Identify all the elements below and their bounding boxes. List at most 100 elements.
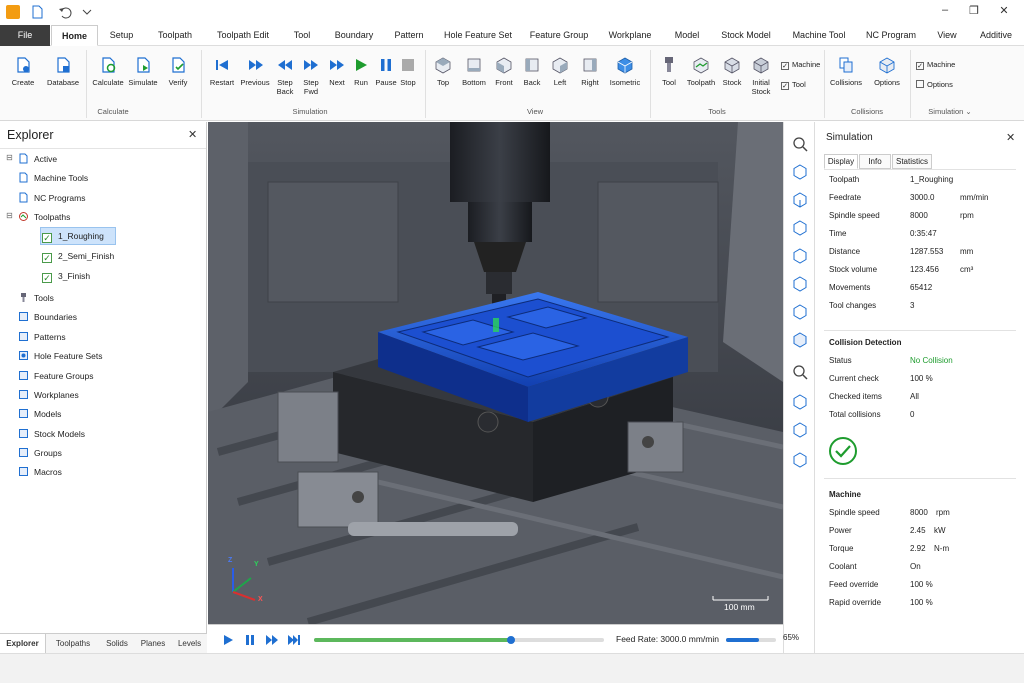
view-cube-icon[interactable] — [792, 248, 808, 264]
view-cube-icon[interactable] — [792, 332, 808, 348]
initial-stock-button[interactable]: Initial Stock — [747, 56, 775, 96]
view-cube-icon[interactable] — [792, 220, 808, 236]
tool-button[interactable]: Tool — [658, 56, 680, 87]
tab-hole-feature-set[interactable]: Hole Feature Set — [438, 25, 518, 46]
tree-item-hole-feature-sets[interactable]: Hole Feature Sets — [18, 349, 103, 363]
tab-toolpath-edit[interactable]: Toolpath Edit — [208, 25, 278, 46]
minimize-button[interactable]: – — [935, 4, 955, 16]
fast-forward-icon[interactable] — [266, 634, 278, 646]
database-button[interactable]: Database — [44, 56, 82, 87]
view-cube-icon[interactable] — [792, 422, 808, 438]
toolpath-button[interactable]: Toolpath — [684, 56, 718, 87]
view-back-button[interactable]: Back — [521, 56, 543, 87]
tree-item-boundaries[interactable]: Boundaries — [18, 310, 77, 324]
undo-icon[interactable] — [58, 5, 72, 19]
tab-file[interactable]: File — [0, 25, 50, 46]
tree-item-active[interactable]: Active — [18, 152, 57, 166]
tab-machine-tool[interactable]: Machine Tool — [786, 25, 852, 46]
zoom-icon[interactable] — [792, 136, 808, 152]
view-cube-icon[interactable] — [792, 276, 808, 292]
play-icon[interactable] — [222, 634, 234, 646]
tab-model[interactable]: Model — [668, 25, 706, 46]
run-button[interactable]: Run — [350, 56, 372, 87]
skip-end-icon[interactable] — [288, 634, 300, 646]
restart-button[interactable]: Restart — [207, 56, 237, 87]
stock-button[interactable]: Stock — [720, 56, 744, 87]
calculate-button[interactable]: Calculate — [90, 56, 126, 87]
machine-checkbox[interactable]: ✓ Machine — [781, 60, 820, 70]
bottom-tab-planes[interactable]: Planes — [135, 634, 171, 654]
tree-item-tools[interactable]: Tools — [18, 291, 54, 305]
expand-icon[interactable]: ⌄ — [965, 107, 971, 116]
zoom-fit-icon[interactable] — [792, 364, 808, 380]
sim-tab-info[interactable]: Info — [859, 154, 891, 169]
step-fwd-button[interactable]: Step Fwd — [299, 56, 323, 96]
bottom-tab-levels[interactable]: Levels — [172, 634, 207, 654]
collapse-icon[interactable]: ⊟ — [6, 153, 13, 162]
new-file-icon[interactable] — [30, 5, 44, 19]
view-cube-icon[interactable] — [792, 164, 808, 180]
pause-button[interactable]: Pause — [374, 56, 398, 87]
previous-button[interactable]: Previous — [238, 56, 272, 87]
view-cube-icon[interactable] — [792, 192, 808, 208]
tab-workplane[interactable]: Workplane — [600, 25, 660, 46]
create-button[interactable]: Create — [8, 56, 38, 87]
view-cube-icon[interactable] — [792, 304, 808, 320]
sim-options-checkbox[interactable]: Options — [916, 80, 953, 89]
dropdown-icon[interactable] — [80, 5, 94, 19]
verify-button[interactable]: Verify — [163, 56, 193, 87]
view-front-button[interactable]: Front — [492, 56, 516, 87]
sim-machine-checkbox[interactable]: ✓ Machine — [916, 60, 955, 70]
tab-pattern[interactable]: Pattern — [388, 25, 430, 46]
tab-additive[interactable]: Additive — [972, 25, 1020, 46]
tab-feature-group[interactable]: Feature Group — [526, 25, 592, 46]
tree-item-macros[interactable]: Macros — [18, 465, 62, 479]
bottom-tab-toolpaths[interactable]: Toolpaths — [47, 634, 99, 654]
view-cube-icon[interactable] — [792, 394, 808, 410]
tree-item-models[interactable]: Models — [18, 407, 61, 421]
tab-home[interactable]: Home — [51, 25, 98, 46]
maximize-button[interactable]: ❐ — [964, 4, 984, 17]
3d-viewport[interactable]: Z Y X 100 mm — [208, 122, 783, 624]
collision-options-button[interactable]: Options — [869, 56, 905, 87]
tab-view[interactable]: View — [930, 25, 964, 46]
bottom-tab-solids[interactable]: Solids — [100, 634, 134, 654]
simulate-button[interactable]: Simulate — [127, 56, 159, 87]
tree-item-patterns[interactable]: Patterns — [18, 330, 66, 344]
pause-icon[interactable] — [244, 634, 256, 646]
step-back-button[interactable]: Step Back — [273, 56, 297, 96]
tree-item-nc-programs[interactable]: NC Programs — [18, 191, 85, 205]
checkbox-checked-icon[interactable]: ✓ — [42, 253, 52, 263]
tree-item-feature-groups[interactable]: Feature Groups — [18, 369, 94, 383]
explorer-close-icon[interactable]: ✕ — [188, 128, 197, 141]
tab-toolpath[interactable]: Toolpath — [148, 25, 202, 46]
sim-tab-display[interactable]: Display — [824, 154, 858, 169]
tab-boundary[interactable]: Boundary — [328, 25, 380, 46]
speed-slider[interactable] — [726, 638, 776, 642]
tab-nc-program[interactable]: NC Program — [860, 25, 922, 46]
bottom-tab-explorer[interactable]: Explorer — [0, 634, 46, 654]
tree-item-stock-models[interactable]: Stock Models — [18, 427, 85, 441]
stop-button[interactable]: Stop — [398, 56, 418, 87]
progress-track[interactable] — [314, 638, 604, 642]
view-isometric-button[interactable]: Isometric — [606, 56, 644, 87]
view-cube-icon[interactable] — [792, 452, 808, 468]
view-bottom-button[interactable]: Bottom — [459, 56, 489, 87]
collisions-button[interactable]: Collisions — [828, 56, 864, 87]
tree-item-machine-tools[interactable]: Machine Tools — [18, 171, 88, 185]
checkbox-checked-icon[interactable]: ✓ — [42, 233, 52, 243]
tab-setup[interactable]: Setup — [100, 25, 143, 46]
simulation-close-icon[interactable]: ✕ — [1006, 131, 1015, 144]
tree-item-2-semi-finish[interactable]: ✓ 2_Semi_Finish — [42, 249, 114, 263]
tab-tool[interactable]: Tool — [285, 25, 319, 46]
checkbox-checked-icon[interactable]: ✓ — [42, 273, 52, 283]
tab-stock-model[interactable]: Stock Model — [714, 25, 778, 46]
view-left-button[interactable]: Left — [549, 56, 571, 87]
tree-item-workplanes[interactable]: Workplanes — [18, 388, 79, 402]
tree-item-1-roughing[interactable]: ✓ 1_Roughing — [42, 229, 104, 243]
view-right-button[interactable]: Right — [578, 56, 602, 87]
tool-checkbox[interactable]: ✓ Tool — [781, 80, 806, 90]
tree-item-3-finish[interactable]: ✓ 3_Finish — [42, 269, 90, 283]
next-button[interactable]: Next — [326, 56, 348, 87]
collapse-icon[interactable]: ⊟ — [6, 211, 13, 220]
